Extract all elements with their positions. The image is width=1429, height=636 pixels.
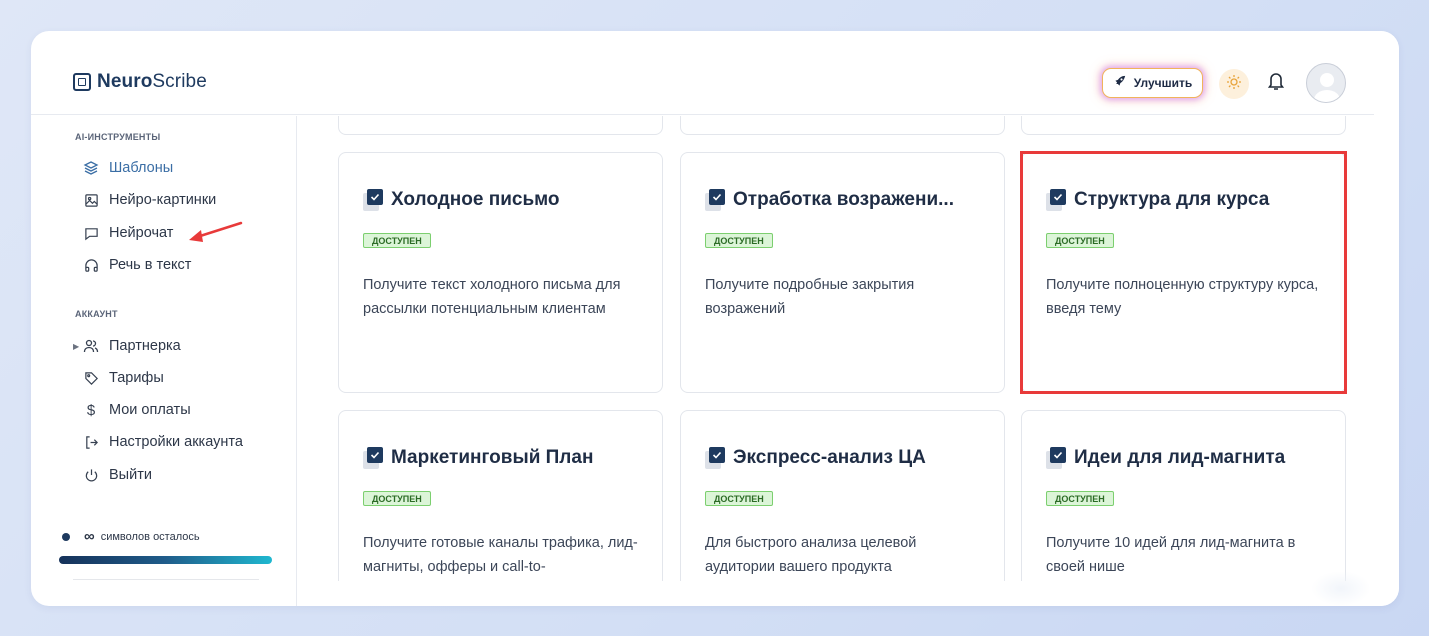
- template-card[interactable]: Идеи для лид-магнита ДОСТУПЕН Получите 1…: [1021, 410, 1346, 581]
- status-badge: ДОСТУПЕН: [705, 233, 773, 248]
- checkbox-icon: [363, 189, 383, 211]
- sidebar-item-neurochat[interactable]: Нейрочат: [83, 225, 173, 241]
- sidebar-item-templates[interactable]: Шаблоны: [83, 160, 173, 176]
- status-dot: [62, 532, 70, 541]
- sidebar-item-label: Шаблоны: [109, 160, 174, 176]
- logo-bold: Neuro: [97, 71, 153, 92]
- card-description: Получите подробные закрытия возражений: [705, 277, 915, 317]
- sidebar: AI-ИНСТРУМЕНТЫ Шаблоны Нейро-картинки Не…: [31, 116, 297, 606]
- sidebar-item-partner[interactable]: Партнерка: [83, 338, 181, 354]
- template-card-partial[interactable]: [338, 116, 663, 135]
- card-title: Идеи для лид-магнита: [1074, 447, 1286, 468]
- theme-toggle-button[interactable]: [1219, 69, 1249, 99]
- logo-light: Scribe: [152, 71, 207, 92]
- template-card[interactable]: Отработка возражени... ДОСТУПЕН Получите…: [680, 152, 1005, 393]
- checkbox-icon: [705, 447, 725, 469]
- dollar-icon: $: [86, 401, 96, 419]
- credits-label: символов осталось: [100, 530, 200, 543]
- layers-icon: [83, 160, 99, 176]
- users-icon: [83, 338, 99, 354]
- sidebar-item-speech-to-text[interactable]: Речь в текст: [83, 257, 191, 273]
- card-title: Экспресс-анализ ЦА: [733, 447, 926, 468]
- sidebar-item-label: Мои оплаты: [109, 402, 191, 418]
- sidebar-item-logout[interactable]: Выйти: [83, 467, 152, 483]
- notifications-button[interactable]: [1265, 71, 1287, 95]
- credits-indicator: ∞ символов осталось: [62, 528, 200, 545]
- app-window: NeuroScribe Улучшить AI-ИНСТРУМЕНТЫ Шабл…: [31, 31, 1399, 606]
- logo-icon: [73, 73, 91, 91]
- expand-caret-icon[interactable]: ▶: [73, 342, 79, 351]
- tag-icon: [83, 370, 99, 386]
- sidebar-item-neuro-images[interactable]: Нейро-картинки: [83, 192, 216, 208]
- checkbox-icon: [1046, 447, 1066, 469]
- user-avatar[interactable]: [1306, 63, 1346, 103]
- credits-progress-bar: [59, 556, 272, 564]
- template-card-partial[interactable]: [680, 116, 1005, 135]
- status-badge: ДОСТУПЕН: [363, 233, 431, 248]
- sidebar-item-label: Настройки аккаунта: [109, 434, 243, 450]
- login-icon: [83, 434, 99, 450]
- highlight-frame: [1020, 151, 1347, 394]
- template-card[interactable]: Маркетинговый План ДОСТУПЕН Получите гот…: [338, 410, 663, 581]
- sidebar-item-tariffs[interactable]: Тарифы: [83, 370, 164, 386]
- card-description: Для быстрого анализа целевой аудитории в…: [705, 535, 917, 575]
- sidebar-item-label: Речь в текст: [109, 257, 192, 273]
- scrollbar-track[interactable]: [1374, 31, 1399, 606]
- annotation-arrow-icon: [189, 221, 243, 242]
- sidebar-item-settings[interactable]: Настройки аккаунта: [83, 434, 243, 450]
- checkbox-icon: [705, 189, 725, 211]
- bell-icon: [1267, 71, 1285, 96]
- sidebar-item-label: Партнерка: [109, 338, 181, 354]
- power-icon: [83, 467, 99, 483]
- rocket-icon: [1113, 75, 1126, 91]
- template-card-partial[interactable]: [1021, 116, 1346, 135]
- card-title: Отработка возражени...: [733, 189, 954, 210]
- card-title: Маркетинговый План: [391, 447, 594, 468]
- section-title-account: АККАУНТ: [75, 309, 118, 319]
- upgrade-label: Улучшить: [1133, 76, 1193, 90]
- card-description: Получите текст холодного письма для расс…: [363, 277, 621, 317]
- sidebar-item-label: Нейрочат: [109, 225, 174, 241]
- template-card[interactable]: Холодное письмо ДОСТУПЕН Получите текст …: [338, 152, 663, 393]
- headphones-icon: [83, 257, 99, 273]
- templates-grid: Холодное письмо ДОСТУПЕН Получите текст …: [298, 116, 1374, 581]
- card-description: Получите готовые каналы трафика, лид-маг…: [363, 535, 638, 575]
- upgrade-button[interactable]: Улучшить: [1102, 68, 1203, 98]
- top-header: NeuroScribe Улучшить: [31, 31, 1374, 115]
- status-badge: ДОСТУПЕН: [1046, 491, 1114, 506]
- section-title-tools: AI-ИНСТРУМЕНТЫ: [75, 132, 161, 142]
- sun-icon: [1226, 74, 1242, 95]
- checkbox-icon: [363, 447, 383, 469]
- card-title: Холодное письмо: [391, 189, 560, 210]
- image-icon: [83, 192, 99, 208]
- scroll-fade: [1311, 571, 1371, 606]
- sidebar-item-label: Выйти: [109, 467, 152, 483]
- sidebar-item-label: Нейро-картинки: [109, 192, 217, 208]
- app-logo[interactable]: NeuroScribe: [73, 71, 207, 93]
- credits-value: ∞: [84, 528, 95, 545]
- status-badge: ДОСТУПЕН: [705, 491, 773, 506]
- template-card[interactable]: Экспресс-анализ ЦА ДОСТУПЕН Для быстрого…: [680, 410, 1005, 581]
- status-badge: ДОСТУПЕН: [363, 491, 431, 506]
- chat-icon: [83, 225, 99, 241]
- card-description: Получите 10 идей для лид-магнита в своей…: [1046, 535, 1296, 575]
- sidebar-item-label: Тарифы: [109, 370, 164, 386]
- sidebar-item-payments[interactable]: $ Мои оплаты: [83, 401, 191, 419]
- sidebar-divider: [73, 579, 259, 580]
